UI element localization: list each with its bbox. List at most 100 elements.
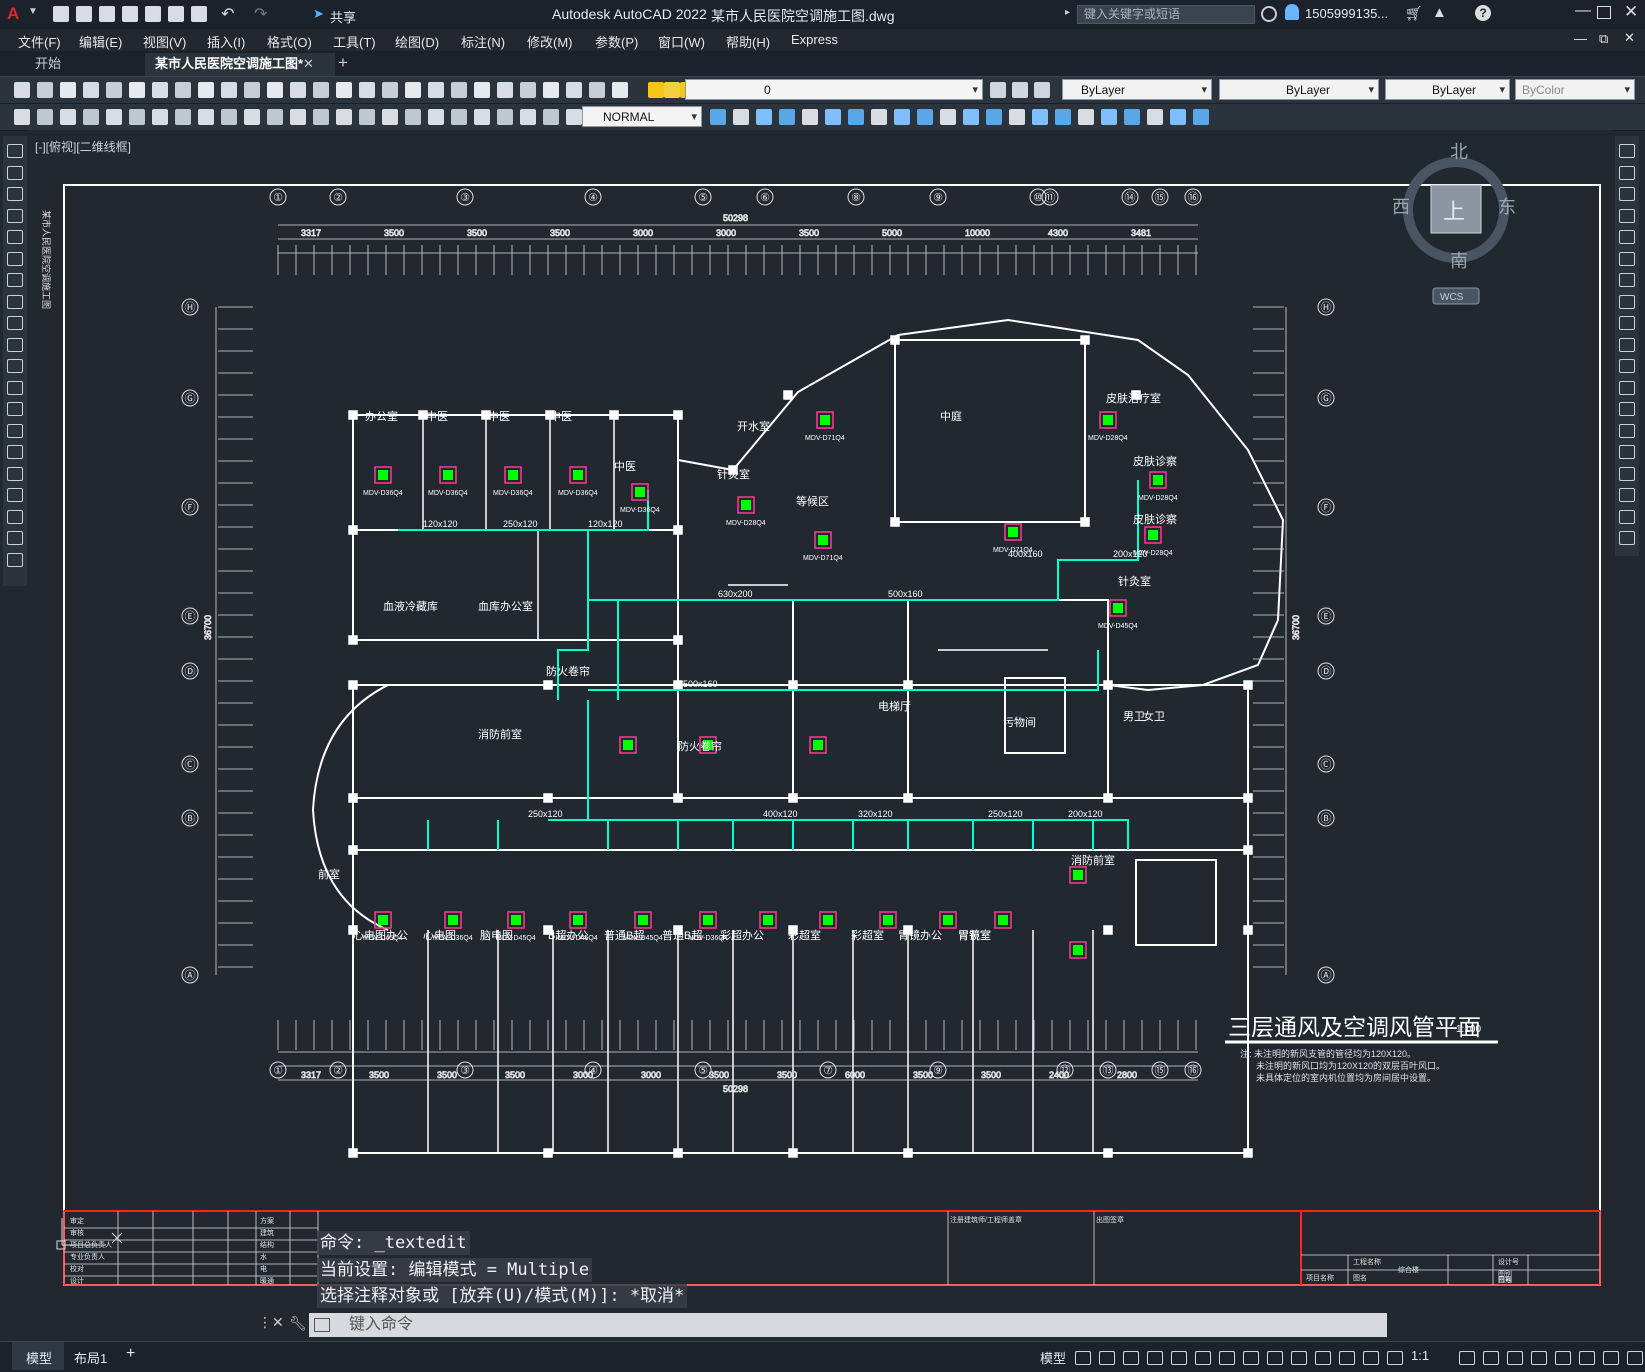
standard-tool-17-icon[interactable] [382,82,398,98]
standard-tool-16-icon[interactable] [359,82,375,98]
draw-tool-17-icon[interactable] [7,488,23,502]
new-tab-icon[interactable]: + [338,53,348,73]
modify-side-tool-6-icon[interactable] [1619,251,1635,266]
layer-tool-2-icon[interactable] [664,82,680,98]
modify-tool-14-icon[interactable] [1009,109,1025,125]
status-toggle-1483-icon[interactable] [1483,1351,1499,1365]
dim-tool-24-icon[interactable] [543,109,559,125]
standard-tool-9-icon[interactable] [198,82,214,98]
standard-tool-21-icon[interactable] [474,82,490,98]
draw-tool-4-icon[interactable] [7,208,23,223]
status-toggle-1147-icon[interactable] [1147,1351,1163,1365]
status-toggle-1627-icon[interactable] [1627,1351,1643,1365]
viewport-controls[interactable]: [-][俯视][二维线框] [35,138,131,155]
compass-east[interactable]: 东 [1498,197,1516,217]
draw-tool-13-icon[interactable] [7,402,23,416]
modify-side-tool-19-icon[interactable] [1619,531,1635,545]
standard-tool-27-icon[interactable] [612,82,628,98]
command-customize-icon[interactable]: 🔧︎ [289,1315,307,1332]
modify-tool-1-icon[interactable] [710,109,726,125]
status-toggle-1531-icon[interactable] [1531,1351,1547,1365]
draw-tool-3-icon[interactable] [7,187,23,201]
modify-side-tool-11-icon[interactable] [1619,359,1635,373]
layer-state-1-icon[interactable] [1012,82,1028,98]
dim-tool-19-icon[interactable] [428,109,444,125]
dim-tool-3-icon[interactable] [60,109,76,125]
standard-tool-20-icon[interactable] [451,82,467,98]
standard-tool-11-icon[interactable] [244,82,260,98]
compass-south[interactable]: 南 [1450,251,1468,271]
help-icon[interactable]: ? [1475,5,1491,21]
standard-tool-14-icon[interactable] [313,82,329,98]
share-button[interactable]: 共享 [330,7,356,26]
dim-tool-18-icon[interactable] [405,109,421,125]
dim-tool-7-icon[interactable] [152,109,168,125]
save-icon[interactable] [99,6,115,22]
menu-edit[interactable]: 编辑(E) [79,32,122,51]
modify-tool-21-icon[interactable] [1170,109,1186,125]
dim-tool-25-icon[interactable] [566,109,582,125]
status-toggle-1579-icon[interactable] [1579,1351,1595,1365]
status-toggle-1339-icon[interactable] [1339,1351,1355,1365]
modify-side-tool-2-icon[interactable] [1619,165,1635,180]
standard-tool-23-icon[interactable] [520,82,536,98]
draw-tool-8-icon[interactable] [7,294,23,309]
search-input[interactable]: 键入关键字或短语 [1077,5,1255,24]
save-as-icon[interactable] [122,6,138,22]
modify-tool-11-icon[interactable] [940,109,956,125]
modify-side-tool-10-icon[interactable] [1619,337,1635,352]
menu-draw[interactable]: 绘图(D) [395,32,439,51]
modify-side-tool-16-icon[interactable] [1619,466,1635,481]
open-web-icon[interactable] [145,6,161,22]
modify-tool-12-icon[interactable] [963,109,979,125]
status-toggle-1507-icon[interactable] [1507,1351,1523,1365]
standard-tool-6-icon[interactable] [129,82,145,98]
layer-state-1-icon[interactable] [990,82,1006,98]
standard-tool-13-icon[interactable] [290,82,306,98]
modify-tool-3-icon[interactable] [756,109,772,125]
modify-side-tool-8-icon[interactable] [1619,294,1635,309]
doc-close-icon[interactable]: ✕ [1624,30,1635,46]
dim-tool-23-icon[interactable] [520,109,536,125]
draw-tool-2-icon[interactable] [7,165,23,180]
draw-tool-12-icon[interactable] [7,380,23,395]
dim-tool-14-icon[interactable] [313,109,329,125]
modify-side-tool-3-icon[interactable] [1619,187,1635,201]
modify-tool-4-icon[interactable] [779,109,795,125]
menu-parametric[interactable]: 参数(P) [595,32,638,51]
modify-tool-8-icon[interactable] [871,109,887,125]
dim-tool-1-icon[interactable] [14,109,30,125]
color-dropdown[interactable]: ByLayer [1062,79,1212,100]
cube-top-face[interactable]: 上 [1443,199,1465,224]
dim-tool-15-icon[interactable] [336,109,352,125]
command-close-icon[interactable]: ⋮✕ [258,1314,284,1331]
app-menu-chevron-icon[interactable]: ▼ [28,6,38,17]
minimize-icon[interactable]: — [1575,2,1591,20]
modify-side-tool-12-icon[interactable] [1619,380,1635,395]
plot-icon[interactable] [191,6,207,22]
modify-tool-18-icon[interactable] [1101,109,1117,125]
dim-tool-21-icon[interactable] [474,109,490,125]
modify-tool-13-icon[interactable] [986,109,1002,125]
tab-start[interactable]: 开始 [25,53,71,76]
draw-tool-18-icon[interactable] [7,509,23,524]
menu-tools[interactable]: 工具(T) [333,32,376,51]
cart-icon[interactable]: 🛒︎ [1405,5,1423,22]
menu-insert[interactable]: 插入(I) [207,32,245,51]
dim-tool-5-icon[interactable] [106,109,122,125]
compass-north[interactable]: 北 [1450,142,1468,162]
modify-side-tool-17-icon[interactable] [1619,488,1635,502]
modify-tool-15-icon[interactable] [1032,109,1048,125]
standard-tool-25-icon[interactable] [566,82,582,98]
draw-tool-20-icon[interactable] [7,552,23,567]
menu-format[interactable]: 格式(O) [267,32,312,51]
standard-tool-2-icon[interactable] [37,82,53,98]
plotstyle-dropdown[interactable]: ByColor [1515,79,1635,100]
new-icon[interactable] [53,6,69,22]
modify-tool-9-icon[interactable] [894,109,910,125]
modify-side-tool-5-icon[interactable] [1619,230,1635,244]
undo-icon[interactable]: ↶ [221,4,234,24]
standard-tool-19-icon[interactable] [428,82,444,98]
menu-dimension[interactable]: 标注(N) [461,32,505,51]
dim-tool-10-icon[interactable] [221,109,237,125]
